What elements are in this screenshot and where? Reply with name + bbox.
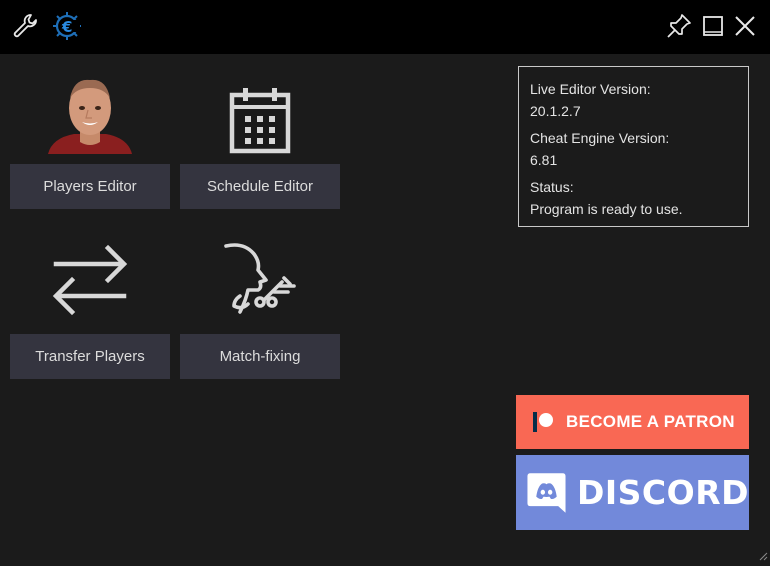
transfer-arrows-icon[interactable] (50, 240, 130, 320)
status-text: Program is ready to use. (530, 201, 683, 217)
discord-label: DISCORD (576, 473, 749, 512)
close-icon[interactable] (730, 11, 760, 41)
match-fixing-icon[interactable] (220, 240, 300, 320)
discord-logo-icon (527, 472, 566, 513)
svg-text:€: € (61, 18, 72, 36)
wrench-icon[interactable] (10, 11, 40, 41)
live-editor-version-label: Live Editor Version: (530, 81, 651, 97)
status-label: Status: (530, 179, 574, 195)
patreon-logo-icon (533, 412, 553, 432)
cheat-engine-logo: € (52, 11, 82, 41)
players-editor-button[interactable]: Players Editor (10, 164, 170, 209)
patreon-label: BECOME A PATRON (566, 412, 735, 431)
discord-button[interactable]: DISCORD (516, 455, 749, 530)
maximize-icon[interactable] (698, 11, 728, 41)
resize-grip-icon[interactable] (758, 548, 768, 561)
player-photo[interactable] (44, 72, 136, 154)
match-fixing-button[interactable]: Match-fixing (180, 334, 340, 379)
become-a-patron-button[interactable]: BECOME A PATRON (516, 395, 749, 449)
transfer-players-button[interactable]: Transfer Players (10, 334, 170, 379)
schedule-editor-button[interactable]: Schedule Editor (180, 164, 340, 209)
calendar-icon[interactable] (222, 82, 298, 158)
cheat-engine-version-value: 6.81 (530, 152, 558, 168)
live-editor-version-value: 20.1.2.7 (530, 103, 581, 119)
title-bar: € (0, 0, 770, 54)
pin-icon[interactable] (664, 11, 694, 41)
version-info-panel: Live Editor Version: 20.1.2.7 Cheat Engi… (518, 66, 749, 227)
cheat-engine-version-label: Cheat Engine Version: (530, 130, 670, 146)
